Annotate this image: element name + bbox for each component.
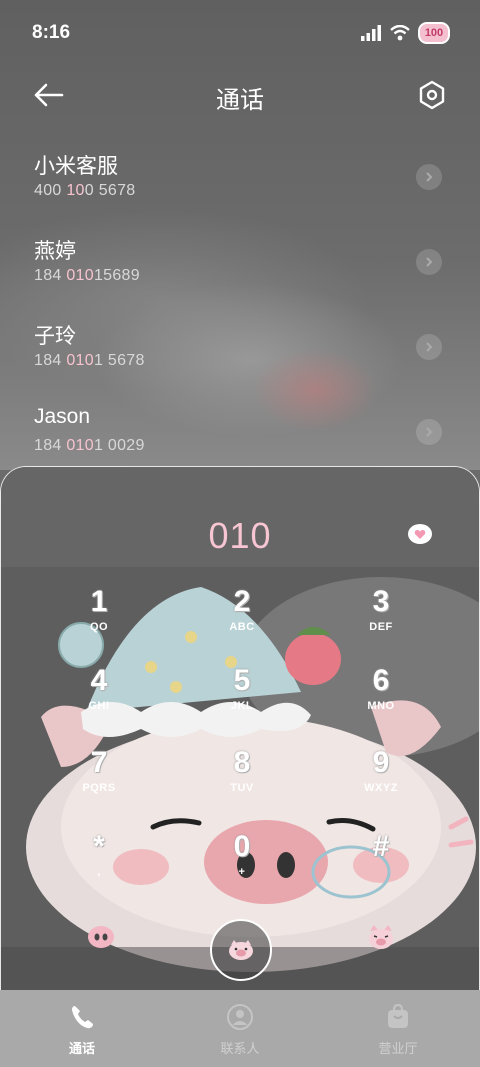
- contact-detail-button[interactable]: [416, 164, 442, 190]
- contact-name: 燕婷: [34, 240, 76, 263]
- pig-face-icon[interactable]: [367, 923, 395, 951]
- settings-icon[interactable]: [418, 80, 446, 110]
- bottom-nav: 通话 联系人 营业厅: [0, 990, 480, 1067]
- status-icons: 100: [360, 22, 450, 44]
- contact-detail-button[interactable]: [416, 419, 442, 445]
- contact-number: 400 100 5678: [34, 182, 136, 199]
- dial-key-5[interactable]: 5 JKL: [192, 664, 292, 734]
- header: 通话: [0, 70, 480, 120]
- nav-tab-service-hall[interactable]: 营业厅: [338, 1002, 458, 1057]
- contact-item[interactable]: 子玲 184 0101 5678: [0, 320, 480, 390]
- pig-snout-icon[interactable]: [87, 923, 115, 951]
- contact-detail-button[interactable]: [416, 249, 442, 275]
- contact-item[interactable]: Jason 184 0101 0029: [0, 405, 480, 475]
- chevron-right-icon: [426, 427, 433, 437]
- dial-key-9[interactable]: 9 WXYZ: [331, 746, 431, 816]
- contact-item[interactable]: 燕婷 184 01015689: [0, 235, 480, 305]
- phone-icon: [72, 1006, 93, 1029]
- contact-number: 184 01015689: [34, 267, 140, 284]
- contact-number: 184 0101 5678: [34, 352, 145, 369]
- contact-item[interactable]: 小米客服 400 100 5678: [0, 150, 480, 220]
- dial-key-4[interactable]: 4 GHI: [49, 664, 149, 734]
- nav-tab-calls[interactable]: 通话: [22, 1002, 142, 1057]
- signal-icon: [361, 25, 381, 41]
- chevron-right-icon: [426, 172, 433, 182]
- dial-key-0[interactable]: 0 +: [192, 830, 292, 900]
- dial-key-3[interactable]: 3 DEF: [331, 585, 431, 655]
- chevron-right-icon: [426, 342, 433, 352]
- contact-name: Jason: [34, 405, 91, 428]
- dial-key-hash[interactable]: #: [331, 830, 431, 900]
- battery-indicator: 100: [418, 22, 450, 44]
- nav-tab-contacts[interactable]: 联系人: [180, 1002, 300, 1057]
- heart-bubble-icon[interactable]: [407, 523, 433, 547]
- dial-key-8[interactable]: 8 TUV: [192, 746, 292, 816]
- status-bar: 8:16 100: [0, 0, 480, 64]
- person-icon: [227, 1004, 253, 1030]
- dial-key-1[interactable]: 1 QO: [49, 585, 149, 655]
- contact-number: 184 0101 0029: [34, 437, 145, 454]
- dial-key-star[interactable]: * ,: [49, 830, 149, 900]
- contact-name: 小米客服: [34, 155, 118, 178]
- wifi-icon: [390, 25, 410, 41]
- dial-key-6[interactable]: 6 MNO: [331, 664, 431, 734]
- shopping-bag-icon: [388, 1004, 408, 1028]
- status-time: 8:16: [32, 22, 71, 43]
- chevron-right-icon: [426, 257, 433, 267]
- page-title: 通话: [216, 87, 264, 114]
- contact-detail-button[interactable]: [416, 334, 442, 360]
- dial-key-7[interactable]: 7 PQRS: [49, 746, 149, 816]
- contact-name: 子玲: [34, 325, 76, 348]
- pig-face-call-icon: [229, 940, 253, 960]
- dial-key-2[interactable]: 2 ABC: [192, 585, 292, 655]
- dialer-panel: 010 1 QO 2 ABC 3 DEF 4 GHI 5 JKL 6 MNO 7…: [0, 466, 480, 992]
- call-button[interactable]: [210, 919, 272, 981]
